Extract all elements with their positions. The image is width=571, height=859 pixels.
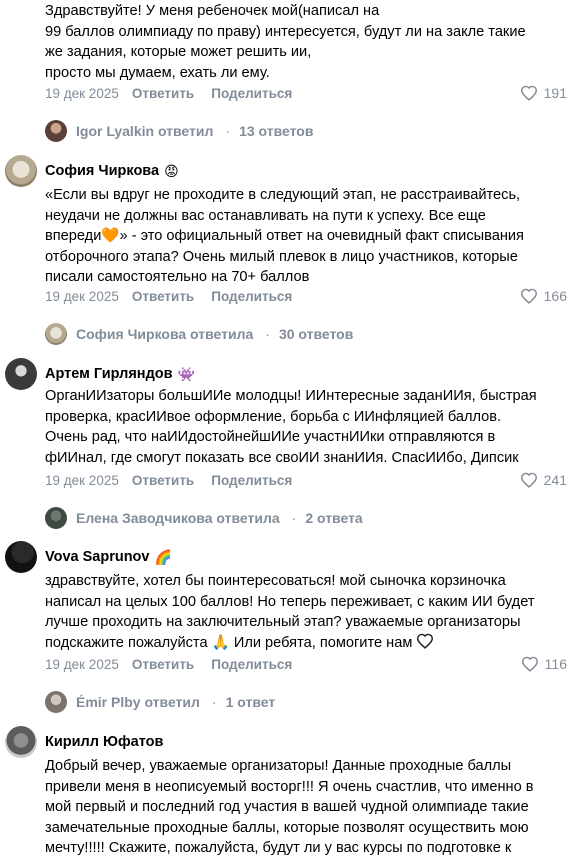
reply-button[interactable]: Ответить [132,289,194,304]
replies-author: София Чиркова ответила [76,326,254,342]
like-button[interactable]: 116 [521,656,567,672]
replies-author: Елена Заводчикова ответила [76,510,280,526]
heart-outline-icon [520,472,537,488]
comment-text: ОрганИИзаторы большИИе молодцы! ИИнтерес… [45,388,537,466]
avatar[interactable] [5,358,37,390]
heart-outline-icon [520,288,537,304]
avatar [45,323,67,345]
separator-dot: · [265,326,270,342]
replies-link[interactable]: София Чиркова ответила · 30 ответов [45,323,353,345]
heart-outline-icon [520,85,537,101]
replies-count[interactable]: 13 ответов [239,123,313,139]
comment-date: 19 дек 2025 [45,288,119,304]
reply-button[interactable]: Ответить [132,657,194,672]
comment-date: 19 дек 2025 [45,472,119,488]
avatar[interactable] [5,541,37,573]
author-name[interactable]: София Чиркова [45,163,159,179]
comment-meta: 19 дек 2025 Ответить Поделиться 191 [45,83,567,103]
avatar[interactable] [5,726,37,758]
separator-dot: · [225,123,231,139]
replies-link[interactable]: Émir Plby ответил · 1 ответ [45,691,275,713]
heart-outline-icon [521,656,538,672]
replies-count[interactable]: 30 ответов [279,326,353,342]
author-name[interactable]: Vova Saprunov [45,549,149,565]
replies-link[interactable]: Елена Заводчикова ответила · 2 ответа [45,507,363,529]
share-button[interactable]: Поделиться [211,657,292,672]
comment-header: София Чиркова 😡 [5,155,179,187]
share-button[interactable]: Поделиться [211,473,292,488]
like-count: 116 [544,656,567,672]
separator-dot: · [211,694,217,710]
avatar [45,691,67,713]
comment-date: 19 дек 2025 [45,85,119,101]
replies-link[interactable]: Igor Lyalkin ответил · 13 ответов [45,120,313,142]
replies-count[interactable]: 2 ответа [305,510,362,526]
replies-author: Émir Plby ответил [76,694,200,710]
like-button[interactable]: 241 [520,472,567,488]
like-count: 241 [543,472,567,488]
comment-text: «Если вы вдруг не проходите в следующий … [45,187,524,286]
comment-text: Здравствуйте! У меня ребеночек мой(напис… [45,3,526,81]
reply-button[interactable]: Ответить [132,473,194,488]
avatar [45,120,67,142]
comment-meta: 19 дек 2025 Ответить Поделиться 166 [45,286,567,306]
status-emoji: 🌈 [154,549,172,565]
comment-date: 19 дек 2025 [45,656,119,672]
like-count: 191 [543,85,567,101]
status-emoji: 😡 [164,163,179,179]
separator-dot: · [291,510,297,526]
heart-outline-icon [417,633,434,649]
comment-meta: 19 дек 2025 Ответить Поделиться 116 [45,654,567,674]
comment-meta: 19 дек 2025 Ответить Поделиться 241 [45,470,567,490]
comment-header: Vova Saprunov 🌈 [5,541,172,573]
avatar[interactable] [5,155,37,187]
share-button[interactable]: Поделиться [211,86,292,101]
reply-button[interactable]: Ответить [132,86,194,101]
like-button[interactable]: 191 [520,85,567,101]
comment-header: Кирилл Юфатов [5,726,163,758]
comment-text: Добрый вечер, уважаемые организаторы! Да… [45,758,534,857]
like-count: 166 [543,288,567,304]
comment-text-body: здравствуйте, хотел бы поинтересоваться!… [45,573,535,651]
avatar [45,507,67,529]
like-button[interactable]: 166 [520,288,567,304]
share-button[interactable]: Поделиться [211,289,292,304]
replies-author: Igor Lyalkin ответил [76,123,214,139]
author-name[interactable]: Артем Гирляндов [45,366,173,382]
status-emoji: 👾 [177,366,195,382]
author-name[interactable]: Кирилл Юфатов [45,734,163,750]
comment-text: здравствуйте, хотел бы поинтересоваться!… [45,571,571,653]
replies-count[interactable]: 1 ответ [226,694,276,710]
